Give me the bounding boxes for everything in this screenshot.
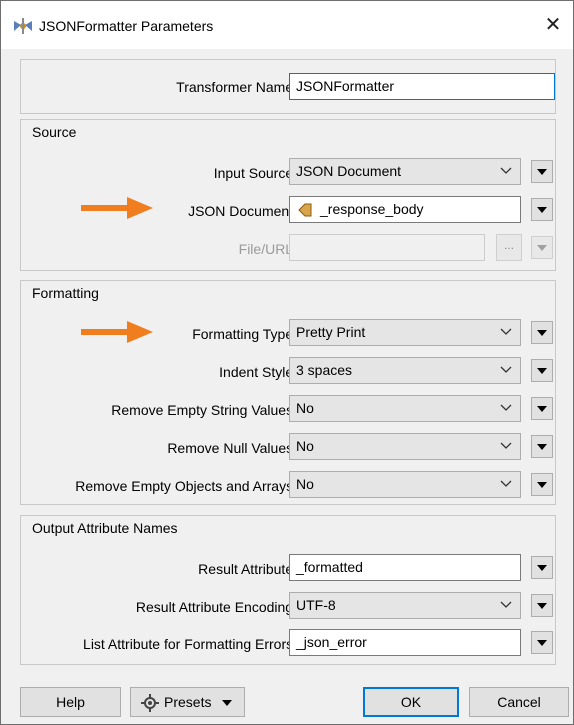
transformer-name-label: Transformer Name: <box>176 79 297 95</box>
formatting-type-value: Pretty Print <box>296 324 366 340</box>
transformer-app-icon <box>14 18 32 34</box>
dropdown-triangle-icon <box>537 406 547 412</box>
list-errors-label: List Attribute for Formatting Errors: <box>83 636 297 652</box>
result-encoding-label: Result Attribute Encoding: <box>135 599 297 615</box>
indent-style-select[interactable]: 3 spaces <box>289 357 521 384</box>
title-bar: JSONFormatter Parameters ✕ <box>1 1 573 49</box>
result-encoding-menu-button[interactable] <box>531 594 553 617</box>
output-attribute-names-group: Output Attribute Names Result Attribute:… <box>20 515 556 665</box>
close-button[interactable]: ✕ <box>539 11 567 39</box>
chevron-down-icon <box>500 366 512 373</box>
remove-empty-strings-label: Remove Empty String Values: <box>111 402 297 418</box>
json-document-value: _response_body <box>320 201 424 217</box>
formatting-type-label: Formatting Type: <box>192 326 297 342</box>
result-encoding-select[interactable]: UTF-8 <box>289 592 521 619</box>
json-document-menu-button[interactable] <box>531 198 553 221</box>
source-group-title: Source <box>32 124 77 140</box>
list-errors-input[interactable]: _json_error <box>289 629 521 656</box>
result-attribute-input[interactable]: _formatted <box>289 554 521 581</box>
chevron-down-icon <box>500 442 512 449</box>
remove-empty-objects-value: No <box>296 476 314 492</box>
ok-button[interactable]: OK <box>363 687 459 717</box>
cancel-button[interactable]: Cancel <box>469 687 569 717</box>
input-source-value: JSON Document <box>296 163 402 179</box>
result-attribute-menu-button[interactable] <box>531 556 553 579</box>
indent-style-menu-button[interactable] <box>531 359 553 382</box>
formatting-group-title: Formatting <box>32 285 99 301</box>
dropdown-triangle-icon <box>222 700 232 706</box>
list-errors-menu-button[interactable] <box>531 631 553 654</box>
dropdown-triangle-icon <box>537 482 547 488</box>
remove-null-values-menu-button[interactable] <box>531 435 553 458</box>
file-url-input[interactable] <box>289 234 485 261</box>
remove-null-values-label: Remove Null Values: <box>167 440 297 456</box>
indent-style-value: 3 spaces <box>296 362 353 378</box>
formatting-group: Formatting Formatting Type: Pretty Print… <box>20 280 556 505</box>
annotation-arrow-icon <box>81 321 153 343</box>
attribute-value-icon <box>298 203 312 217</box>
result-encoding-value: UTF-8 <box>296 597 336 613</box>
dropdown-triangle-icon <box>537 330 547 336</box>
dropdown-triangle-icon <box>537 169 547 175</box>
remove-empty-objects-menu-button[interactable] <box>531 473 553 496</box>
chevron-down-icon <box>500 167 512 174</box>
transformer-name-group: Transformer Name: JSONFormatter <box>20 59 556 114</box>
source-group: Source Input Source: JSON Document JSON … <box>20 119 556 271</box>
dropdown-triangle-icon <box>537 444 547 450</box>
remove-empty-strings-value: No <box>296 400 314 416</box>
chevron-down-icon <box>500 404 512 411</box>
remove-empty-objects-select[interactable]: No <box>289 471 521 498</box>
remove-empty-strings-select[interactable]: No <box>289 395 521 422</box>
presets-button[interactable]: Presets <box>130 687 245 717</box>
dropdown-triangle-icon <box>537 368 547 374</box>
dropdown-triangle-icon <box>537 565 547 571</box>
gear-icon <box>141 694 159 712</box>
dropdown-triangle-icon <box>537 207 547 213</box>
window-title: JSONFormatter Parameters <box>39 18 214 34</box>
remove-empty-objects-label: Remove Empty Objects and Arrays: <box>75 478 297 494</box>
indent-style-label: Indent Style: <box>219 364 297 380</box>
result-attribute-label: Result Attribute: <box>198 561 297 577</box>
input-source-select[interactable]: JSON Document <box>289 158 521 185</box>
presets-label: Presets <box>164 694 212 710</box>
transformer-name-input[interactable]: JSONFormatter <box>289 73 555 100</box>
dropdown-triangle-icon <box>537 640 547 646</box>
help-button[interactable]: Help <box>20 687 121 717</box>
close-icon: ✕ <box>544 14 562 36</box>
chevron-down-icon <box>500 480 512 487</box>
chevron-down-icon <box>500 328 512 335</box>
input-source-label: Input Source: <box>213 165 297 181</box>
remove-empty-strings-menu-button[interactable] <box>531 397 553 420</box>
formatting-type-menu-button[interactable] <box>531 321 553 344</box>
json-document-label: JSON Document: <box>188 203 297 219</box>
formatting-type-select[interactable]: Pretty Print <box>289 319 521 346</box>
chevron-down-icon <box>500 601 512 608</box>
file-url-menu-button[interactable] <box>531 236 553 259</box>
file-browse-button[interactable]: ... <box>496 234 522 261</box>
remove-null-values-value: No <box>296 438 314 454</box>
output-group-title: Output Attribute Names <box>32 520 178 536</box>
input-source-menu-button[interactable] <box>531 160 553 183</box>
remove-null-values-select[interactable]: No <box>289 433 521 460</box>
dropdown-triangle-icon <box>537 603 547 609</box>
dropdown-triangle-icon <box>537 245 547 251</box>
annotation-arrow-icon <box>81 197 153 219</box>
dialog-window: JSONFormatter Parameters ✕ Transformer N… <box>0 0 574 725</box>
json-document-input[interactable]: _response_body <box>289 196 521 223</box>
